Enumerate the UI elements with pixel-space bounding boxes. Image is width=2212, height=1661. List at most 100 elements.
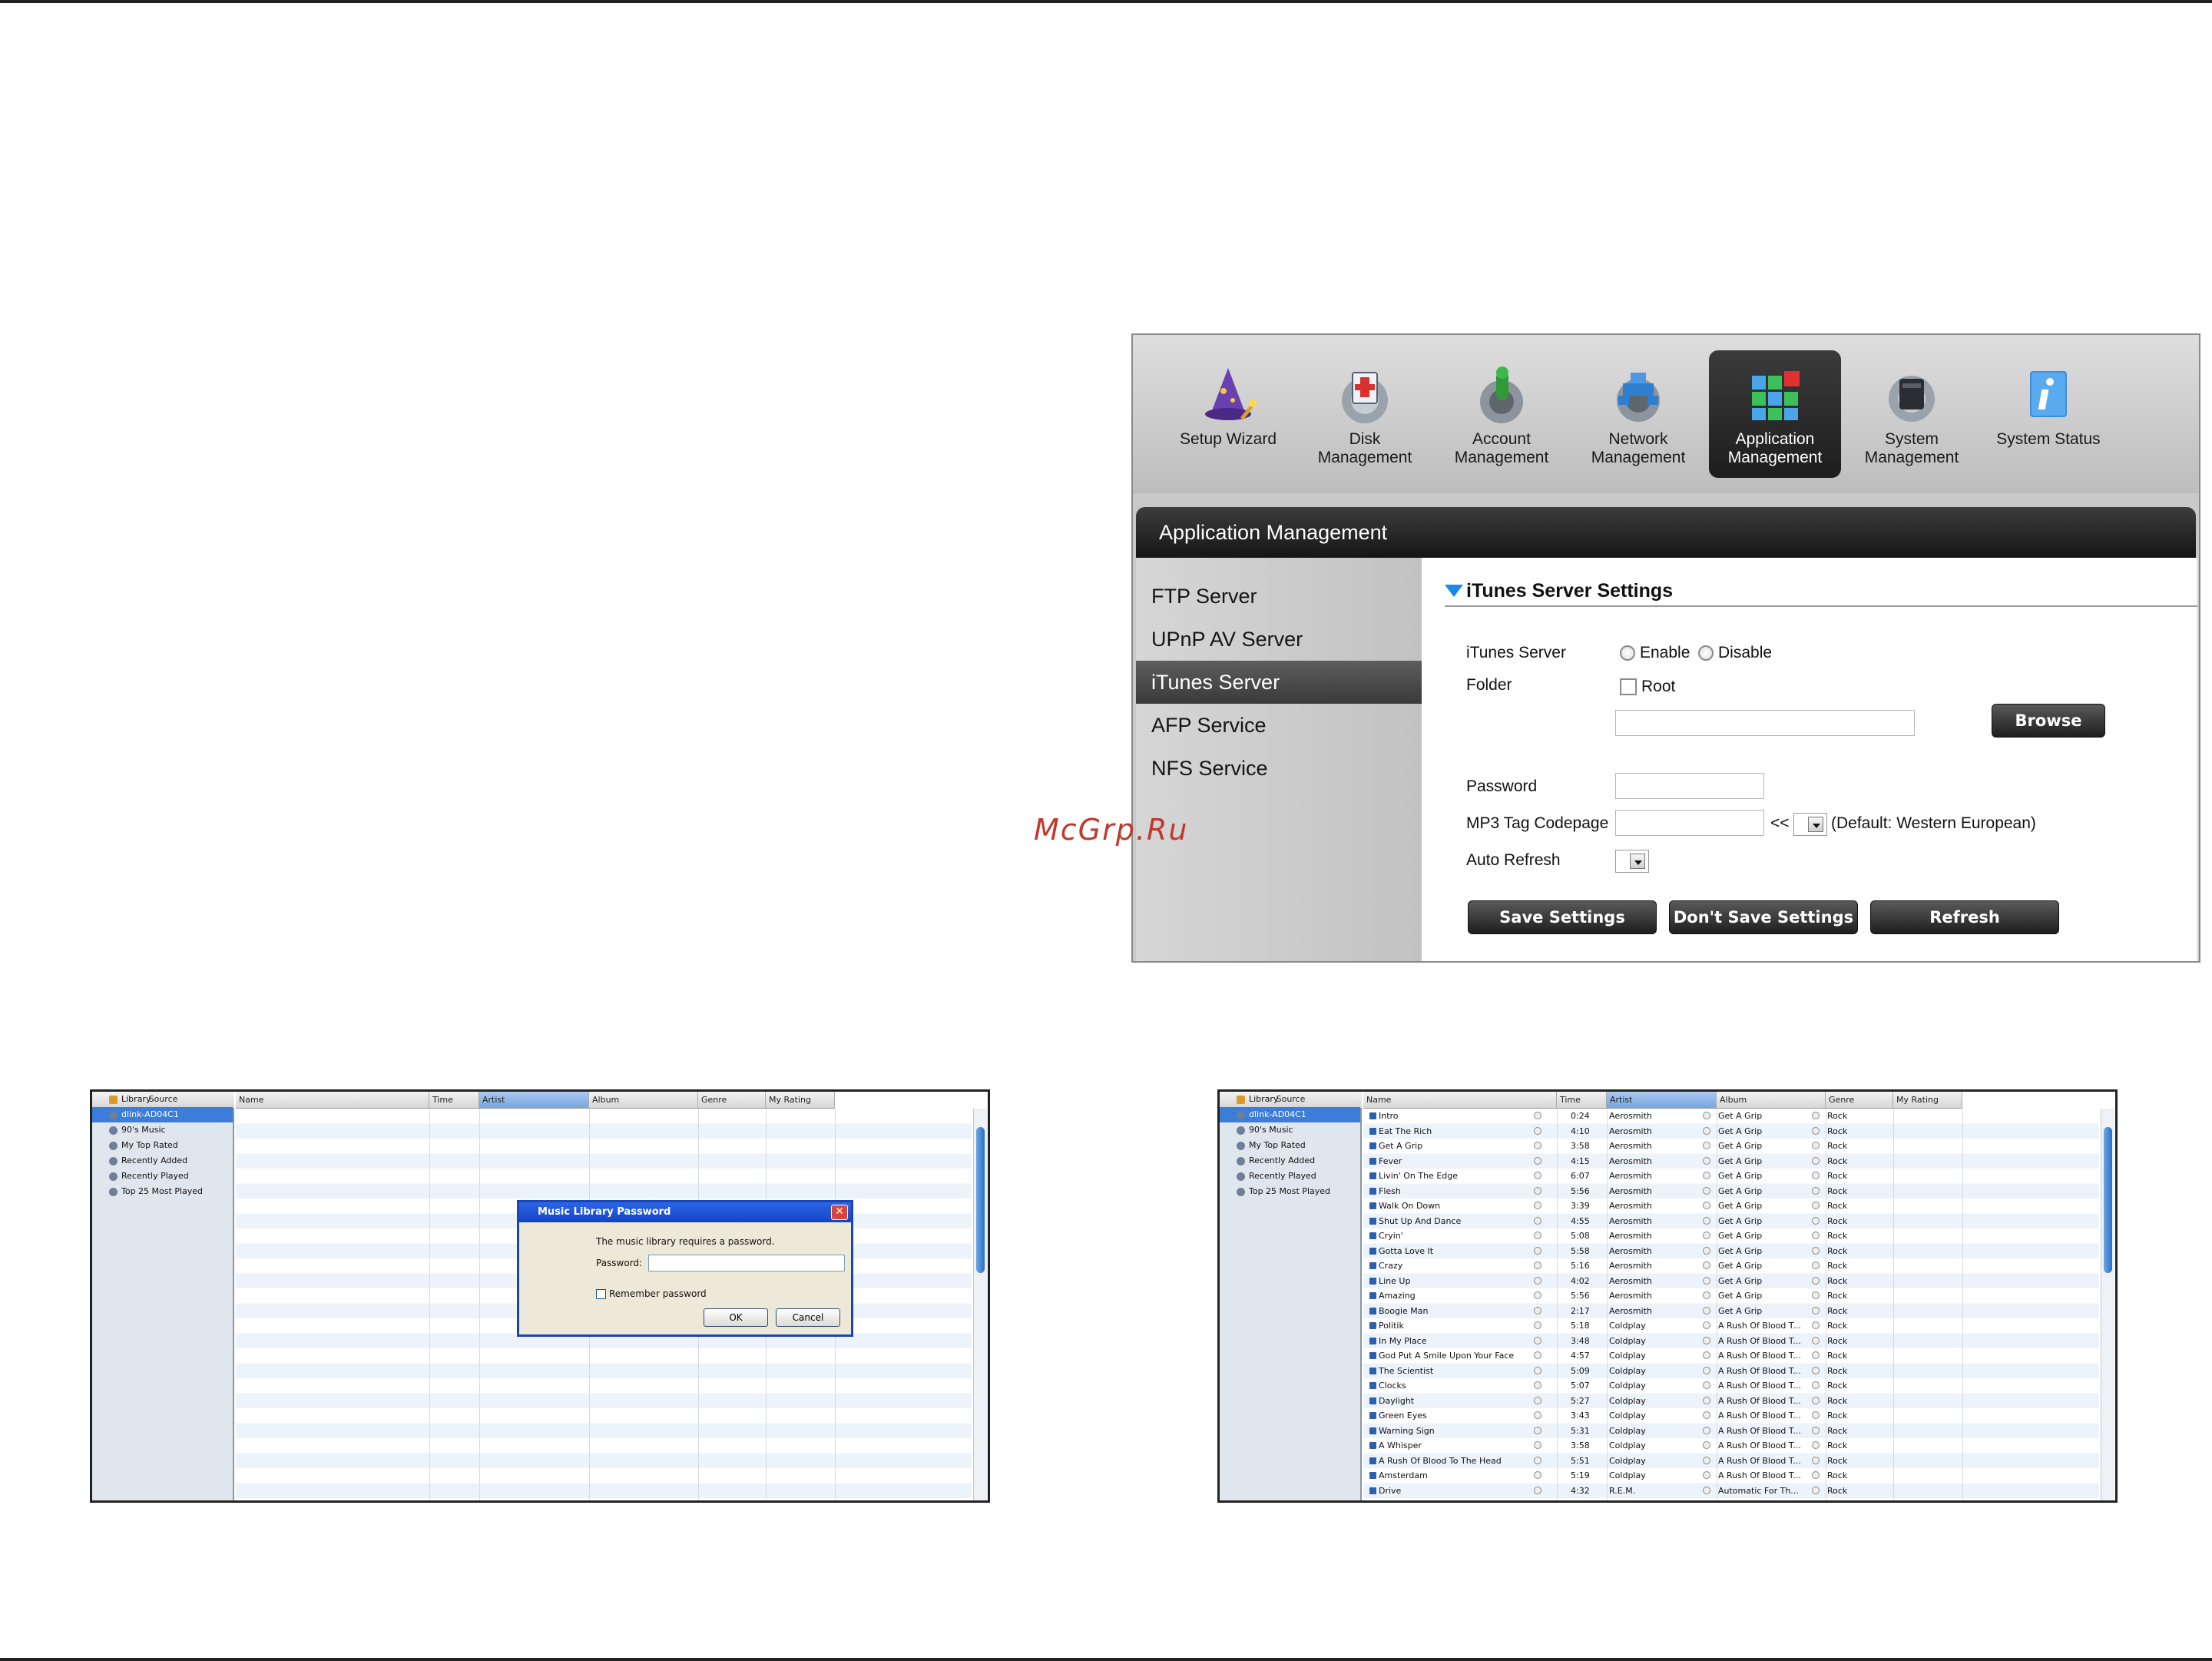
table-row[interactable]: Clocks 5:07 Coldplay A Rush Of Blood T... Ro… [1363, 1378, 2099, 1394]
track-checkbox[interactable] [1369, 1244, 1379, 1260]
link-arrow-icon[interactable] [1703, 1199, 1714, 1215]
nav-item-account-management[interactable]: Account Management [1435, 350, 1568, 478]
link-arrow-icon[interactable] [1534, 1484, 1545, 1500]
link-arrow-icon[interactable] [1812, 1378, 1823, 1394]
link-arrow-icon[interactable] [1534, 1318, 1545, 1334]
table-row[interactable]: Amazing 5:56 Aerosmith Get A Grip Rock [1363, 1288, 2099, 1304]
sidebar-item-upnp-av-server[interactable]: UPnP AV Server [1136, 618, 1422, 661]
nav-item-system-management[interactable]: System Management [1846, 350, 1978, 478]
table-row[interactable]: Line Up 4:02 Aerosmith Get A Grip Rock [1363, 1274, 2099, 1289]
link-arrow-icon[interactable] [1703, 1394, 1714, 1410]
link-arrow-icon[interactable] [1812, 1348, 1823, 1364]
column-header-time[interactable]: Time [429, 1092, 479, 1109]
track-checkbox[interactable] [1369, 1139, 1379, 1155]
link-arrow-icon[interactable] [1534, 1408, 1545, 1424]
column-header-name[interactable]: Name [1363, 1092, 1557, 1109]
track-checkbox[interactable] [1369, 1334, 1379, 1350]
track-checkbox[interactable] [1369, 1199, 1379, 1215]
link-arrow-icon[interactable] [1534, 1424, 1545, 1440]
link-arrow-icon[interactable] [1812, 1394, 1823, 1410]
track-checkbox[interactable] [1369, 1424, 1379, 1440]
dont-save-settings-button[interactable]: Don't Save Settings [1669, 900, 1858, 934]
table-row[interactable]: Get A Grip 3:58 Aerosmith Get A Grip Rock [1363, 1139, 2099, 1154]
link-arrow-icon[interactable] [1812, 1318, 1823, 1334]
link-arrow-icon[interactable] [1534, 1348, 1545, 1364]
link-arrow-icon[interactable] [1703, 1438, 1714, 1454]
link-arrow-icon[interactable] [1703, 1124, 1714, 1140]
link-arrow-icon[interactable] [1703, 1348, 1714, 1364]
source-item[interactable]: dlink-AD04C1 [92, 1107, 233, 1122]
track-checkbox[interactable] [1369, 1378, 1379, 1394]
table-row[interactable]: Boogie Man 2:17 Aerosmith Get A Grip Rock [1363, 1304, 2099, 1319]
link-arrow-icon[interactable] [1703, 1154, 1714, 1170]
nav-item-application-management[interactable]: Application Management [1709, 350, 1841, 478]
link-arrow-icon[interactable] [1534, 1334, 1545, 1350]
table-row[interactable]: A Rush Of Blood To The Head 5:51 Coldplay A… [1363, 1454, 2099, 1469]
source-item[interactable]: Recently Added [1220, 1153, 1360, 1169]
table-row[interactable]: Fever 4:15 Aerosmith Get A Grip Rock [1363, 1154, 2099, 1169]
track-checkbox[interactable] [1369, 1288, 1379, 1305]
column-header-my-rating[interactable]: My Rating [766, 1092, 835, 1109]
track-checkbox[interactable] [1369, 1214, 1379, 1230]
track-checkbox[interactable] [1369, 1109, 1379, 1125]
link-arrow-icon[interactable] [1812, 1124, 1823, 1140]
link-arrow-icon[interactable] [1703, 1408, 1714, 1424]
track-checkbox[interactable] [1369, 1124, 1379, 1140]
link-arrow-icon[interactable] [1534, 1109, 1545, 1125]
link-arrow-icon[interactable] [1534, 1154, 1545, 1170]
remember-password-option[interactable]: Remember password [596, 1288, 707, 1299]
link-arrow-icon[interactable] [1812, 1258, 1823, 1275]
link-arrow-icon[interactable] [1812, 1274, 1823, 1290]
link-arrow-icon[interactable] [1812, 1109, 1823, 1125]
link-arrow-icon[interactable] [1534, 1394, 1545, 1410]
auto-refresh-dropdown[interactable] [1615, 850, 1649, 873]
table-row[interactable]: Green Eyes 3:43 Coldplay A Rush Of Blood T.… [1363, 1408, 2099, 1424]
link-arrow-icon[interactable] [1812, 1438, 1823, 1454]
link-arrow-icon[interactable] [1534, 1258, 1545, 1275]
table-row[interactable]: Flesh 5:56 Aerosmith Get A Grip Rock [1363, 1184, 2099, 1199]
link-arrow-icon[interactable] [1534, 1139, 1545, 1155]
track-checkbox[interactable] [1369, 1169, 1379, 1185]
link-arrow-icon[interactable] [1703, 1258, 1714, 1275]
column-header-album[interactable]: Album [589, 1092, 698, 1109]
password-input[interactable] [1615, 773, 1764, 799]
track-checkbox[interactable] [1369, 1348, 1379, 1364]
link-arrow-icon[interactable] [1812, 1154, 1823, 1170]
link-arrow-icon[interactable] [1812, 1408, 1823, 1424]
track-checkbox[interactable] [1369, 1154, 1379, 1170]
disable-option[interactable]: Disable [1698, 644, 1772, 662]
browse-button[interactable]: Browse [1992, 704, 2105, 738]
link-arrow-icon[interactable] [1812, 1228, 1823, 1245]
link-arrow-icon[interactable] [1703, 1109, 1714, 1125]
track-checkbox[interactable] [1369, 1184, 1379, 1200]
link-arrow-icon[interactable] [1703, 1274, 1714, 1290]
codepage-input[interactable] [1615, 810, 1764, 836]
link-arrow-icon[interactable] [1812, 1364, 1823, 1380]
link-arrow-icon[interactable] [1703, 1184, 1714, 1200]
link-arrow-icon[interactable] [1812, 1484, 1823, 1500]
source-item[interactable]: Library [92, 1092, 233, 1107]
column-header-my-rating[interactable]: My Rating [1893, 1092, 1962, 1109]
link-arrow-icon[interactable] [1534, 1199, 1545, 1215]
link-arrow-icon[interactable] [1812, 1139, 1823, 1155]
nav-item-network-management[interactable]: Network Management [1572, 350, 1704, 478]
link-arrow-icon[interactable] [1703, 1424, 1714, 1440]
link-arrow-icon[interactable] [1703, 1228, 1714, 1245]
link-arrow-icon[interactable] [1703, 1378, 1714, 1394]
table-row[interactable]: The Scientist 5:09 Coldplay A Rush Of Blood… [1363, 1364, 2099, 1379]
track-checkbox[interactable] [1369, 1438, 1379, 1454]
table-row[interactable]: Livin' On The Edge 6:07 Aerosmith Get A Gri… [1363, 1169, 2099, 1184]
table-row[interactable]: Politik 5:18 Coldplay A Rush Of Blood T... R… [1363, 1318, 2099, 1334]
track-checkbox[interactable] [1369, 1364, 1379, 1380]
enable-option[interactable]: Enable [1620, 644, 1690, 662]
nav-item-disk-management[interactable]: Disk Management [1299, 350, 1431, 478]
link-arrow-icon[interactable] [1812, 1184, 1823, 1200]
link-arrow-icon[interactable] [1534, 1228, 1545, 1245]
table-row[interactable]: God Put A Smile Upon Your Face 4:57 Coldpl… [1363, 1348, 2099, 1364]
link-arrow-icon[interactable] [1812, 1169, 1823, 1185]
track-checkbox[interactable] [1369, 1274, 1379, 1290]
table-row[interactable]: In My Place 3:48 Coldplay A Rush Of Blood T… [1363, 1334, 2099, 1349]
root-option[interactable]: Root [1620, 678, 1675, 696]
link-arrow-icon[interactable] [1534, 1438, 1545, 1454]
close-icon[interactable]: ✕ [831, 1205, 848, 1220]
